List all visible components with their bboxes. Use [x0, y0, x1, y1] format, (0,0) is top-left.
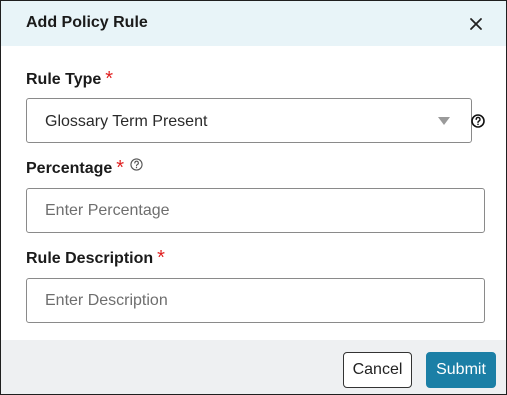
cancel-button[interactable]: Cancel [343, 352, 412, 388]
percentage-input[interactable] [27, 189, 484, 232]
percentage-help[interactable] [130, 158, 143, 176]
rule-type-select[interactable]: Glossary Term Present [26, 98, 472, 143]
description-input[interactable] [27, 279, 484, 322]
description-field [26, 278, 485, 323]
percentage-field [26, 188, 485, 233]
close-button[interactable] [463, 11, 489, 37]
rule-description-label: Rule Description * [26, 246, 165, 269]
add-policy-rule-dialog: Add Policy Rule Rule Type * Glossary Term… [0, 0, 507, 395]
help-icon[interactable] [471, 114, 485, 128]
submit-button[interactable]: Submit [426, 352, 496, 388]
dialog-title: Add Policy Rule [26, 14, 148, 31]
required-asterisk: * [105, 68, 114, 90]
close-icon [470, 18, 482, 30]
rule-type-selected-value: Glossary Term Present [45, 113, 208, 130]
dialog-footer: Cancel Submit [1, 340, 506, 394]
dialog-header: Add Policy Rule [1, 1, 506, 46]
rule-type-label: Rule Type * [26, 67, 113, 90]
required-asterisk: * [116, 157, 125, 179]
chevron-down-icon [438, 117, 450, 125]
percentage-label: Percentage * [26, 156, 143, 179]
help-icon [130, 158, 143, 171]
percentage-label-text: Percentage [26, 160, 113, 177]
rule-type-label-text: Rule Type [26, 71, 102, 88]
required-asterisk: * [157, 247, 165, 269]
rule-description-label-text: Rule Description [26, 250, 154, 267]
